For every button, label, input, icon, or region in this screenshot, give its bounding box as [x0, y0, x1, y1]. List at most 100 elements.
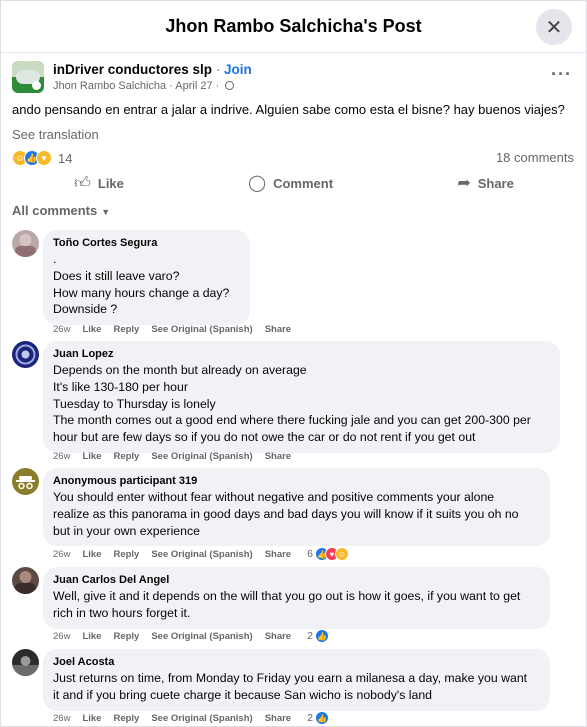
comment-reaction-count: 2: [307, 712, 313, 724]
group-name-line: inDriver conductores slp · Join: [53, 62, 252, 77]
comment-item: Juan Carlos Del Angel Well, give it and …: [12, 567, 572, 645]
post-actions: 👍︎ Like ◯ Comment ➦ Share: [12, 170, 576, 196]
avatar[interactable]: [12, 567, 39, 594]
anonymous-icon: [16, 476, 35, 490]
comment-line: Does it still leave varo?: [53, 268, 180, 283]
comment-reaction-count: 2: [307, 630, 313, 642]
comment-actions: 26w Like Reply See Original (Spanish) Sh…: [53, 324, 303, 335]
see-translation-link[interactable]: See translation: [12, 127, 99, 142]
see-original-button[interactable]: See Original (Spanish): [151, 549, 252, 560]
comment-actions: 26w Like Reply See Original (Spanish) Sh…: [53, 547, 349, 561]
like-button[interactable]: 👍︎ Like: [74, 174, 124, 193]
share-arrow-icon: ➦: [457, 175, 471, 192]
dialog-title: Jhon Rambo Salchicha's Post: [165, 16, 422, 36]
comment-line: How many hours change a day?: [53, 285, 230, 300]
comment-actions: 26w Like Reply See Original (Spanish) Sh…: [53, 451, 303, 462]
comment-share-button[interactable]: Share: [265, 451, 291, 462]
commenter-name[interactable]: Joel Acosta: [53, 655, 540, 669]
comment-reply-button[interactable]: Reply: [113, 549, 139, 560]
comment-actions: 26w Like Reply See Original (Spanish) Sh…: [53, 629, 329, 643]
globe-icon: [225, 81, 235, 90]
see-original-button[interactable]: See Original (Spanish): [151, 713, 252, 724]
comment-like-button[interactable]: Like: [82, 713, 101, 724]
comment-line: Depends on the month but already on aver…: [53, 363, 307, 377]
comment-time[interactable]: 26w: [53, 549, 70, 560]
author-link[interactable]: Jhon Rambo Salchicha: [53, 80, 166, 92]
comment-time[interactable]: 26w: [53, 713, 70, 724]
comment-line: Well, give it and it depends on the will…: [53, 589, 521, 603]
comment-item: Anonymous participant 319 You should ent…: [12, 468, 572, 562]
comment-line: it and if you bring cuete charge it beca…: [53, 687, 433, 702]
comment-item: Joel Acosta Just returns on time, from M…: [12, 649, 572, 727]
comment-reactions[interactable]: 6 👍 ♥ ☺: [307, 547, 349, 561]
comment-actions: 26w Like Reply See Original (Spanish) Sh…: [53, 711, 329, 725]
commenter-name[interactable]: Juan Carlos Del Angel: [53, 573, 540, 587]
comment-filter-dropdown[interactable]: All comments ▼: [12, 203, 110, 218]
comment-line: It's like 130-180 per hour: [53, 379, 188, 394]
group-name-link[interactable]: inDriver conductores slp: [53, 62, 212, 77]
comment-button[interactable]: ◯ Comment: [248, 173, 333, 193]
haha-reaction-icon: ☺: [334, 547, 349, 561]
comment-like-button[interactable]: Like: [82, 324, 101, 335]
comment-time[interactable]: 26w: [53, 324, 70, 335]
close-button[interactable]: ✕: [536, 9, 572, 45]
avatar[interactable]: [12, 341, 39, 368]
avatar[interactable]: [12, 649, 39, 676]
comment-share-button[interactable]: Share: [265, 713, 291, 724]
close-icon: ✕: [545, 16, 563, 39]
join-link[interactable]: Join: [224, 62, 252, 77]
group-avatar[interactable]: [12, 61, 44, 93]
comment-line: .: [53, 252, 57, 266]
reactions-count: 14: [58, 150, 73, 166]
comment-line: realize as this panorama in good days an…: [53, 506, 519, 521]
comment-line: Tuesday to Thursday is lonely: [53, 396, 216, 411]
see-original-button[interactable]: See Original (Spanish): [151, 324, 252, 335]
comment-bubble: Anonymous participant 319 You should ent…: [43, 468, 550, 547]
comment-bubble-icon: ◯: [248, 175, 267, 192]
comment-item: Juan Lopez Depends on the month but alre…: [12, 341, 572, 466]
comment-reactions[interactable]: 2 👍: [307, 711, 329, 725]
like-reaction-icon: 👍: [314, 711, 329, 725]
comment-time[interactable]: 26w: [53, 631, 70, 642]
comment-reaction-count: 6: [307, 548, 313, 560]
comment-line: rich in two hours forget it.: [53, 605, 191, 620]
comment-line: Downside ?: [53, 302, 118, 317]
comment-bubble: Juan Carlos Del Angel Well, give it and …: [43, 567, 550, 629]
comment-reply-button[interactable]: Reply: [113, 631, 139, 642]
see-original-button[interactable]: See Original (Spanish): [151, 631, 252, 642]
comment-bubble: Juan Lopez Depends on the month but alre…: [43, 341, 560, 453]
more-icon: ···: [551, 64, 572, 84]
comment-line: Just returns on time, from Monday to Fri…: [53, 671, 528, 685]
commenter-name[interactable]: Juan Lopez: [53, 347, 550, 361]
like-reaction-icon: 👍: [314, 629, 329, 643]
comment-like-button[interactable]: Like: [82, 631, 101, 642]
post-date[interactable]: April 27: [175, 80, 212, 92]
comment-bubble: Joel Acosta Just returns on time, from M…: [43, 649, 550, 711]
avatar[interactable]: [12, 468, 39, 495]
comment-line: but in your own experience: [53, 523, 200, 538]
comment-reply-button[interactable]: Reply: [113, 713, 139, 724]
dialog-header: Jhon Rambo Salchicha's Post ✕: [1, 1, 586, 53]
comment-share-button[interactable]: Share: [265, 324, 291, 335]
comment-reply-button[interactable]: Reply: [113, 451, 139, 462]
care-reaction-icon: ♥: [36, 150, 52, 166]
more-options-button[interactable]: ···: [551, 64, 572, 85]
comments-count[interactable]: 18 comments: [496, 150, 574, 165]
comment-like-button[interactable]: Like: [82, 549, 101, 560]
comment-reply-button[interactable]: Reply: [113, 324, 139, 335]
commenter-name[interactable]: Anonymous participant 319: [53, 474, 540, 488]
avatar[interactable]: [12, 230, 39, 257]
commenter-name[interactable]: Toño Cortes Segura: [53, 236, 240, 250]
caret-down-icon: ▼: [101, 207, 111, 217]
reactions-summary[interactable]: ☺ 👍 ♥ 14: [12, 149, 72, 167]
thumbs-up-icon: 👍︎: [74, 174, 91, 192]
comment-time[interactable]: 26w: [53, 451, 70, 462]
comment-share-button[interactable]: Share: [265, 631, 291, 642]
comment-share-button[interactable]: Share: [265, 549, 291, 560]
comment-reactions[interactable]: 2 👍: [307, 629, 329, 643]
see-original-button[interactable]: See Original (Spanish): [151, 451, 252, 462]
comment-like-button[interactable]: Like: [82, 451, 101, 462]
post-meta: Jhon Rambo Salchicha · April 27 ·: [53, 80, 235, 92]
comment-line: The month comes out a good end where the…: [53, 413, 531, 428]
share-button[interactable]: ➦ Share: [457, 173, 514, 193]
